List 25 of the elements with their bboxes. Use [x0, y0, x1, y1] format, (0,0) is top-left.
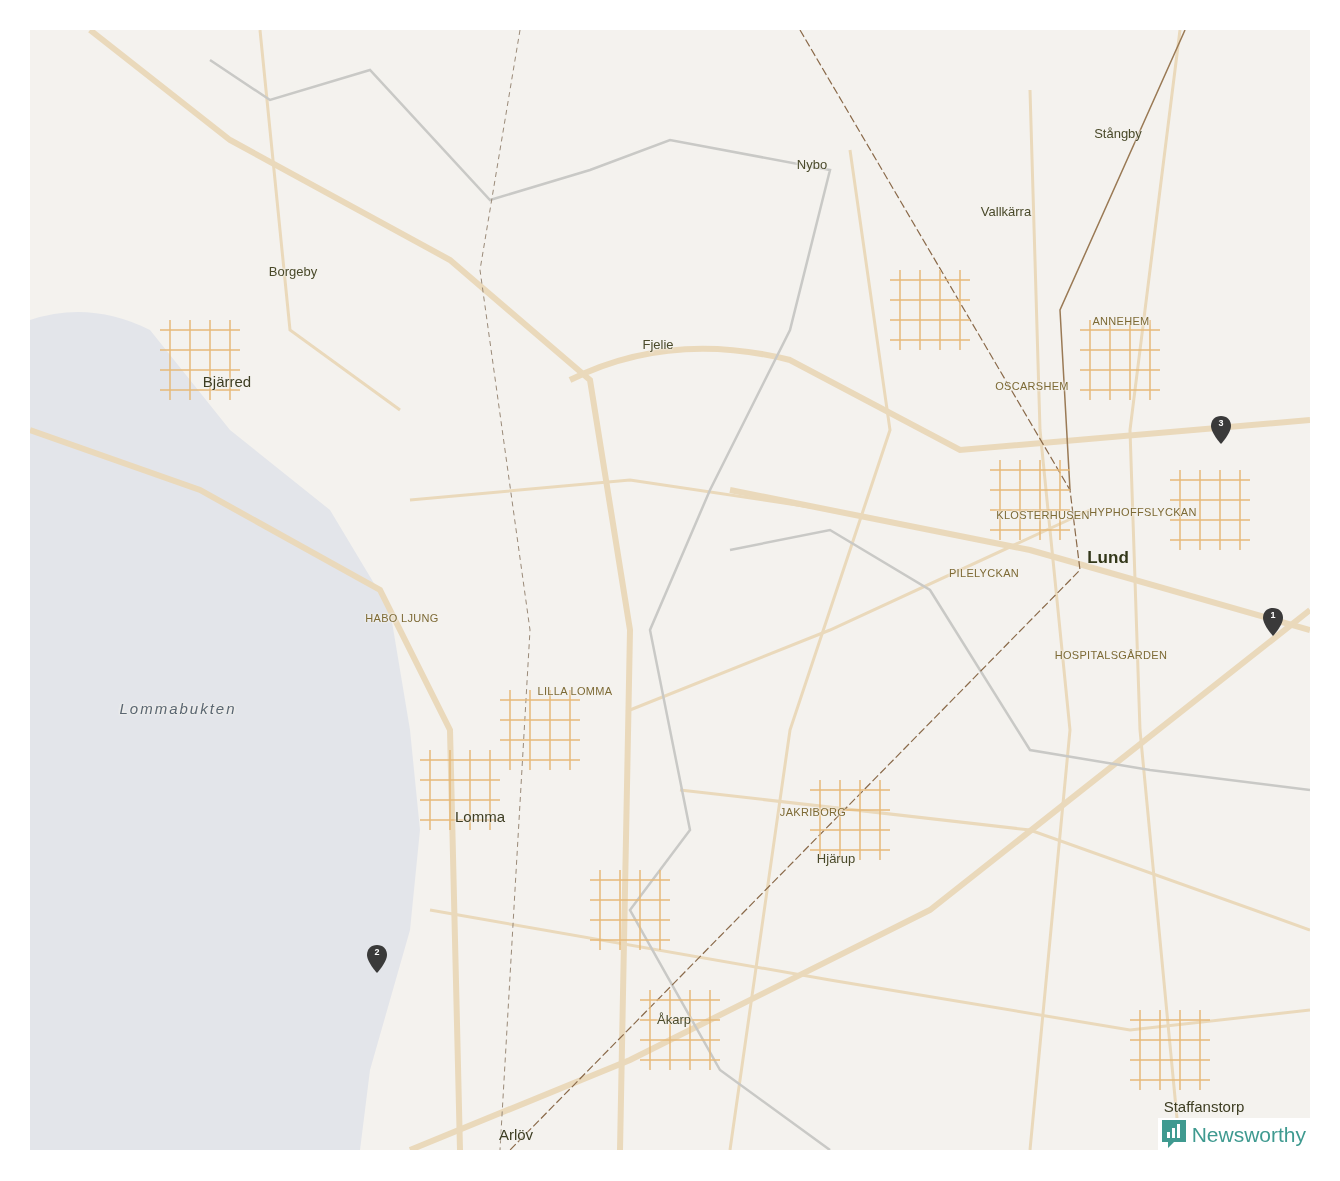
map-pin[interactable]: 2 [366, 944, 388, 974]
place-label: Arlöv [498, 1126, 534, 1142]
place-label: Borgeby [268, 264, 318, 278]
logo-text: Newsworthy [1191, 1123, 1306, 1145]
place-label: Lomma [455, 808, 505, 824]
place-label: Åkarp [657, 1012, 691, 1026]
place-label: KLOSTERHUSEN [996, 509, 1090, 521]
place-label: Vallkärra [980, 204, 1032, 218]
map-pin[interactable]: 1 [1262, 607, 1284, 637]
chart-logo-icon [1161, 1120, 1186, 1148]
place-label: HYPHOFFSLYCKAN [1089, 506, 1197, 518]
map-pin[interactable]: 3 [1210, 415, 1232, 445]
place-label: Lommabukten [119, 700, 237, 716]
place-label: Fjelie [642, 337, 674, 351]
place-label: Hjärup [816, 851, 856, 865]
place-label: LILLA LOMMA [537, 685, 613, 697]
place-label: PILELYCKAN [948, 567, 1020, 579]
place-label: Nybo [796, 157, 828, 171]
place-label: HOSPITALSGÅRDEN [1054, 649, 1168, 661]
place-label: HABO LJUNG [365, 612, 439, 624]
place-label: Staffanstorp [1163, 1098, 1245, 1114]
place-label: Lund [1087, 548, 1129, 566]
place-label: JAKRIBORG [779, 806, 847, 818]
place-label: ANNEHEM [1092, 315, 1150, 327]
place-label: Bjärred [202, 373, 252, 389]
